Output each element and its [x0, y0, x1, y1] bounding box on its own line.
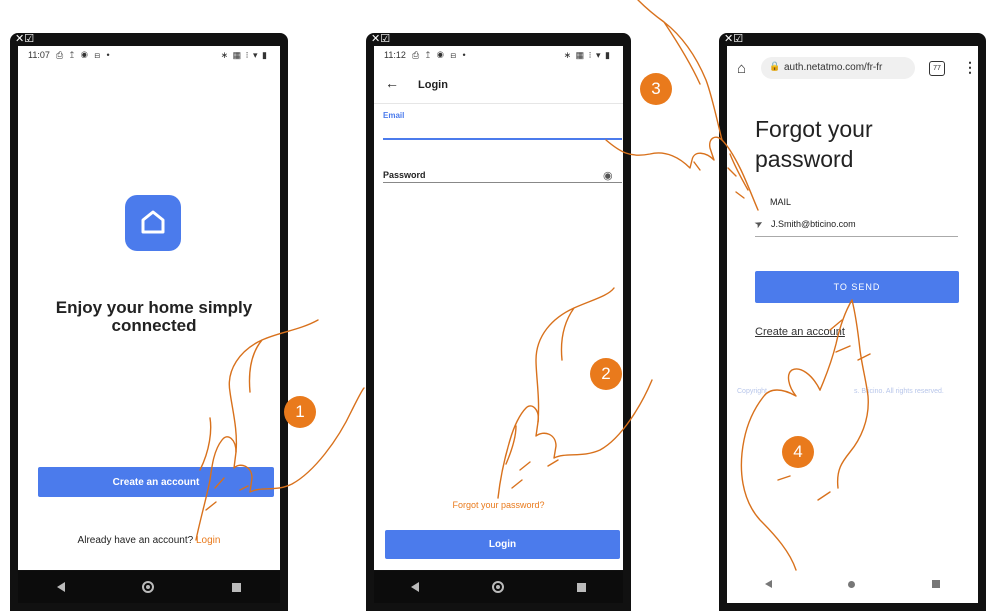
nav-recents-icon[interactable]	[232, 582, 242, 592]
android-navbar	[374, 571, 623, 603]
nav-recents-icon[interactable]	[577, 582, 587, 592]
status-time: 11:07	[28, 50, 50, 60]
welcome-headline: Enjoy your home simply connected	[55, 298, 253, 335]
forgot-password-link[interactable]: Forgot your password?	[374, 500, 623, 510]
status-bar: 11:12 ⎙ ↥ ◉ ⊟ • ∗ ▦ ⁝ ▾ ▮	[374, 50, 623, 64]
nav-home-icon[interactable]	[491, 581, 504, 593]
navbar-light	[727, 565, 978, 603]
phone-frame-2: ✕☑ 11:12 ⎙ ↥ ◉ ⊟ • ∗ ▦ ⁝ ▾ ▮ ← Login Ema…	[366, 33, 631, 611]
page-heading: Forgot your password	[755, 114, 873, 174]
already-have-account-text: Already have an account?	[77, 535, 194, 546]
status-system-icons: ∗ ▦ ⁝ ▾ ▮	[220, 50, 268, 60]
show-password-eye-icon[interactable]: ◉	[603, 169, 613, 182]
app-screen-welcome: 11:07 ⎙ ↥ ◉ ⊟ • ∗ ▦ ⁝ ▾ ▮ Enjoy your hom…	[18, 46, 280, 570]
step-marker-3: 3	[640, 73, 672, 105]
back-arrow-icon[interactable]: ←	[385, 75, 399, 91]
email-label: MAIL	[770, 197, 792, 207]
phone-frame-1: ✕☑ 11:07 ⎙ ↥ ◉ ⊟ • ∗ ▦ ⁝ ▾ ▮ Enjoy your …	[10, 33, 288, 611]
email-value: J.Smith@bticino.com	[771, 219, 856, 229]
status-notification-icons: ⎙ ↥ ◉ ⊟ •	[56, 50, 112, 60]
phone-top-icons: ✕☑	[371, 32, 391, 45]
nav-home-icon[interactable]	[142, 581, 155, 593]
app-logo-icon	[125, 195, 181, 251]
nav-back-icon[interactable]	[765, 580, 773, 588]
nav-recents-icon[interactable]	[931, 580, 940, 588]
phone-top-icons: ✕☑	[15, 32, 35, 45]
create-account-button[interactable]: Create an account	[38, 467, 274, 497]
send-button[interactable]: TO SEND	[755, 271, 959, 303]
android-navbar	[18, 571, 280, 603]
password-field-label: Password	[383, 170, 426, 180]
browser-toolbar: ⌂ 🔒 auth.netatmo.com/fr-fr 77 ⋮	[727, 46, 978, 94]
password-field[interactable]	[383, 182, 622, 183]
status-notification-icons: ⎙ ↥ ◉ ⊟ •	[412, 50, 468, 60]
phone-frame-3: ✕☑ ⌂ 🔒 auth.netatmo.com/fr-fr 77 ⋮ Forgo…	[719, 33, 986, 611]
step-marker-1: 1	[284, 396, 316, 428]
nav-back-icon[interactable]	[56, 582, 65, 592]
step-marker-4: 4	[782, 436, 814, 468]
url-bar[interactable]: 🔒 auth.netatmo.com/fr-fr	[761, 57, 915, 79]
page-heading-line1: Forgot your	[755, 116, 873, 142]
home-icon[interactable]: ⌂	[737, 60, 746, 77]
copyright-right: s. Bticino. All rights reserved.	[854, 388, 944, 395]
tabs-count-button[interactable]: 77	[929, 61, 945, 76]
screen-title: Login	[418, 79, 448, 91]
email-field[interactable]: J.Smith@bticino.com	[755, 216, 958, 237]
phone-top-icons: ✕☑	[724, 32, 744, 45]
login-prompt: Already have an account? Login	[18, 535, 280, 546]
app-screen-login: 11:12 ⎙ ↥ ◉ ⊟ • ∗ ▦ ⁝ ▾ ▮ ← Login Email …	[374, 46, 623, 570]
url-text: auth.netatmo.com/fr-fr	[784, 62, 883, 73]
browser-screen-forgot-password: ⌂ 🔒 auth.netatmo.com/fr-fr 77 ⋮ Forgot y…	[727, 46, 978, 603]
step-marker-2: 2	[590, 358, 622, 390]
email-field[interactable]	[383, 122, 622, 140]
email-label: Email	[383, 111, 405, 120]
copyright-left: Copyright	[737, 388, 767, 395]
nav-home-icon[interactable]	[848, 580, 856, 588]
page-heading-line2: password	[755, 146, 854, 172]
status-time: 11:12	[384, 50, 406, 60]
login-link[interactable]: Login	[196, 535, 220, 546]
more-menu-icon[interactable]: ⋮	[963, 59, 977, 76]
login-button[interactable]: Login	[385, 530, 620, 559]
header-divider	[374, 103, 623, 104]
status-system-icons: ∗ ▦ ⁝ ▾ ▮	[563, 50, 611, 60]
lock-icon: 🔒	[769, 61, 781, 71]
nav-back-icon[interactable]	[410, 582, 419, 592]
create-account-link[interactable]: Create an account	[755, 326, 845, 338]
status-bar: 11:07 ⎙ ↥ ◉ ⊟ • ∗ ▦ ⁝ ▾ ▮	[18, 50, 280, 64]
